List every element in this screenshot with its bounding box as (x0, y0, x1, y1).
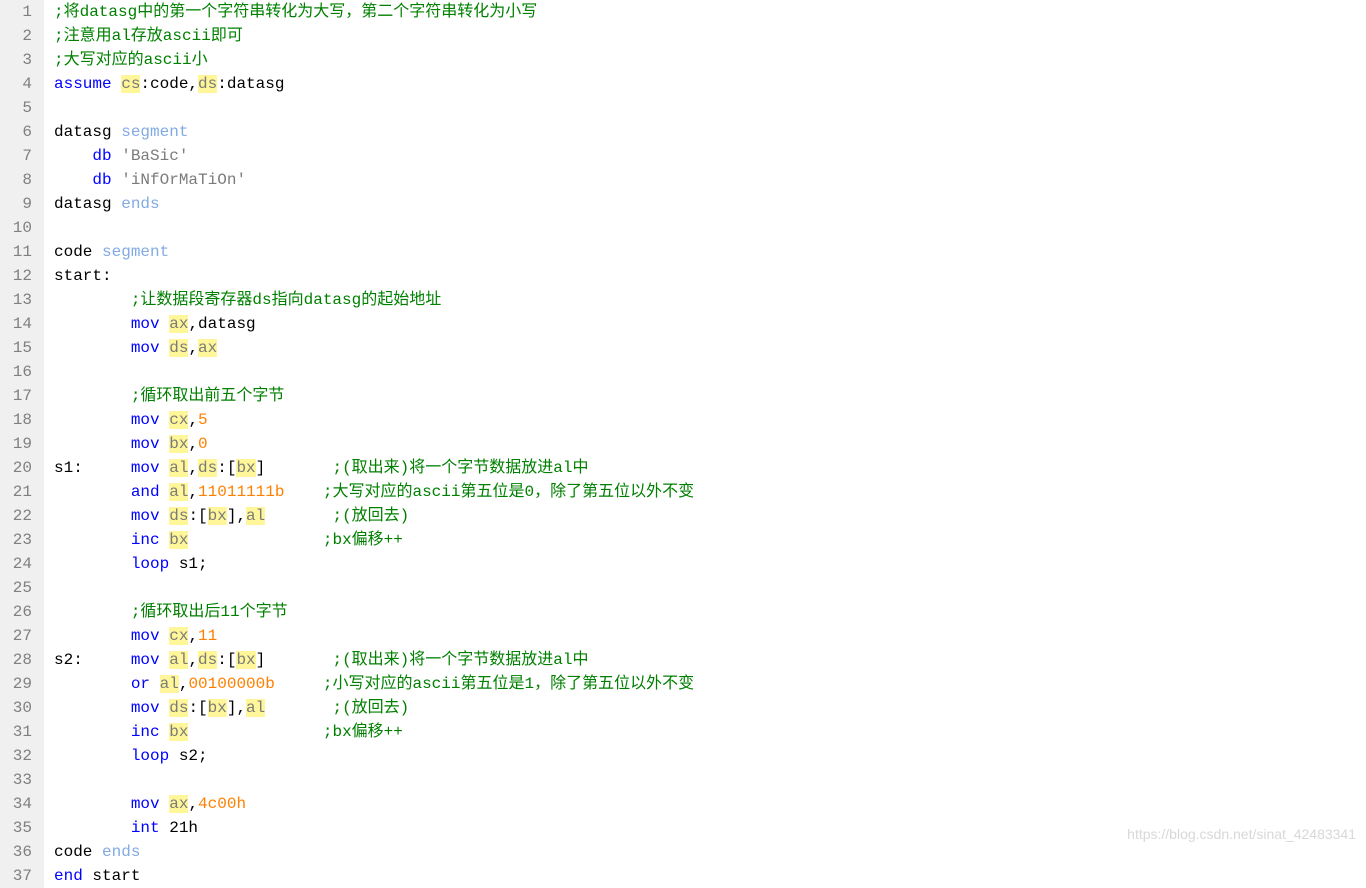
code-line[interactable]: db 'BaSic' (54, 144, 1366, 168)
code-line[interactable]: and al,11011111b ;大写对应的ascii第五位是0，除了第五位以… (54, 480, 1366, 504)
code-line[interactable]: mov bx,0 (54, 432, 1366, 456)
line-number: 25 (4, 576, 32, 600)
code-line[interactable] (54, 360, 1366, 384)
line-number: 33 (4, 768, 32, 792)
line-number: 22 (4, 504, 32, 528)
line-number: 17 (4, 384, 32, 408)
line-number: 28 (4, 648, 32, 672)
code-line[interactable]: loop s2; (54, 744, 1366, 768)
line-number: 3 (4, 48, 32, 72)
line-number: 24 (4, 552, 32, 576)
code-editor: 1234567891011121314151617181920212223242… (0, 0, 1366, 888)
line-number: 6 (4, 120, 32, 144)
line-number: 35 (4, 816, 32, 840)
code-line[interactable]: mov ds,ax (54, 336, 1366, 360)
line-number: 36 (4, 840, 32, 864)
watermark: https://blog.csdn.net/sinat_42483341 (1127, 822, 1356, 846)
line-number: 14 (4, 312, 32, 336)
code-line[interactable] (54, 216, 1366, 240)
code-line[interactable] (54, 96, 1366, 120)
code-line[interactable]: mov ds:[bx],al ;(放回去) (54, 504, 1366, 528)
code-line[interactable]: ;将datasg中的第一个字符串转化为大写，第二个字符串转化为小写 (54, 0, 1366, 24)
code-line[interactable]: ;大写对应的ascii小 (54, 48, 1366, 72)
code-line[interactable]: start: (54, 264, 1366, 288)
line-number: 16 (4, 360, 32, 384)
line-number: 12 (4, 264, 32, 288)
code-line[interactable]: ;注意用al存放ascii即可 (54, 24, 1366, 48)
code-line[interactable]: mov cx,5 (54, 408, 1366, 432)
line-number: 7 (4, 144, 32, 168)
code-line[interactable]: mov ax,4c00h (54, 792, 1366, 816)
line-number: 31 (4, 720, 32, 744)
code-line[interactable]: mov cx,11 (54, 624, 1366, 648)
line-number: 23 (4, 528, 32, 552)
code-line[interactable]: datasg segment (54, 120, 1366, 144)
line-number: 18 (4, 408, 32, 432)
line-number: 20 (4, 456, 32, 480)
line-number: 37 (4, 864, 32, 888)
code-line[interactable]: assume cs:code,ds:datasg (54, 72, 1366, 96)
code-line[interactable]: ;循环取出后11个字节 (54, 600, 1366, 624)
code-line[interactable]: loop s1; (54, 552, 1366, 576)
line-number: 11 (4, 240, 32, 264)
code-line[interactable]: db 'iNfOrMaTiOn' (54, 168, 1366, 192)
code-line[interactable]: inc bx ;bx偏移++ (54, 528, 1366, 552)
code-line[interactable]: code segment (54, 240, 1366, 264)
line-number: 30 (4, 696, 32, 720)
code-line[interactable] (54, 768, 1366, 792)
line-number: 9 (4, 192, 32, 216)
code-area[interactable]: ;将datasg中的第一个字符串转化为大写，第二个字符串转化为小写;注意用al存… (44, 0, 1366, 888)
line-gutter: 1234567891011121314151617181920212223242… (0, 0, 44, 888)
code-line[interactable]: mov ds:[bx],al ;(放回去) (54, 696, 1366, 720)
code-line[interactable]: s2: mov al,ds:[bx] ;(取出来)将一个字节数据放进al中 (54, 648, 1366, 672)
line-number: 15 (4, 336, 32, 360)
code-line[interactable]: or al,00100000b ;小写对应的ascii第五位是1，除了第五位以外… (54, 672, 1366, 696)
line-number: 21 (4, 480, 32, 504)
code-line[interactable]: inc bx ;bx偏移++ (54, 720, 1366, 744)
code-line[interactable]: end start (54, 864, 1366, 888)
code-line[interactable]: ;循环取出前五个字节 (54, 384, 1366, 408)
line-number: 10 (4, 216, 32, 240)
code-line[interactable]: s1: mov al,ds:[bx] ;(取出来)将一个字节数据放进al中 (54, 456, 1366, 480)
line-number: 29 (4, 672, 32, 696)
line-number: 5 (4, 96, 32, 120)
code-line[interactable]: datasg ends (54, 192, 1366, 216)
line-number: 26 (4, 600, 32, 624)
line-number: 34 (4, 792, 32, 816)
line-number: 32 (4, 744, 32, 768)
line-number: 2 (4, 24, 32, 48)
line-number: 4 (4, 72, 32, 96)
code-line[interactable]: mov ax,datasg (54, 312, 1366, 336)
line-number: 1 (4, 0, 32, 24)
code-line[interactable] (54, 576, 1366, 600)
code-line[interactable]: ;让数据段寄存器ds指向datasg的起始地址 (54, 288, 1366, 312)
line-number: 27 (4, 624, 32, 648)
line-number: 8 (4, 168, 32, 192)
line-number: 13 (4, 288, 32, 312)
line-number: 19 (4, 432, 32, 456)
